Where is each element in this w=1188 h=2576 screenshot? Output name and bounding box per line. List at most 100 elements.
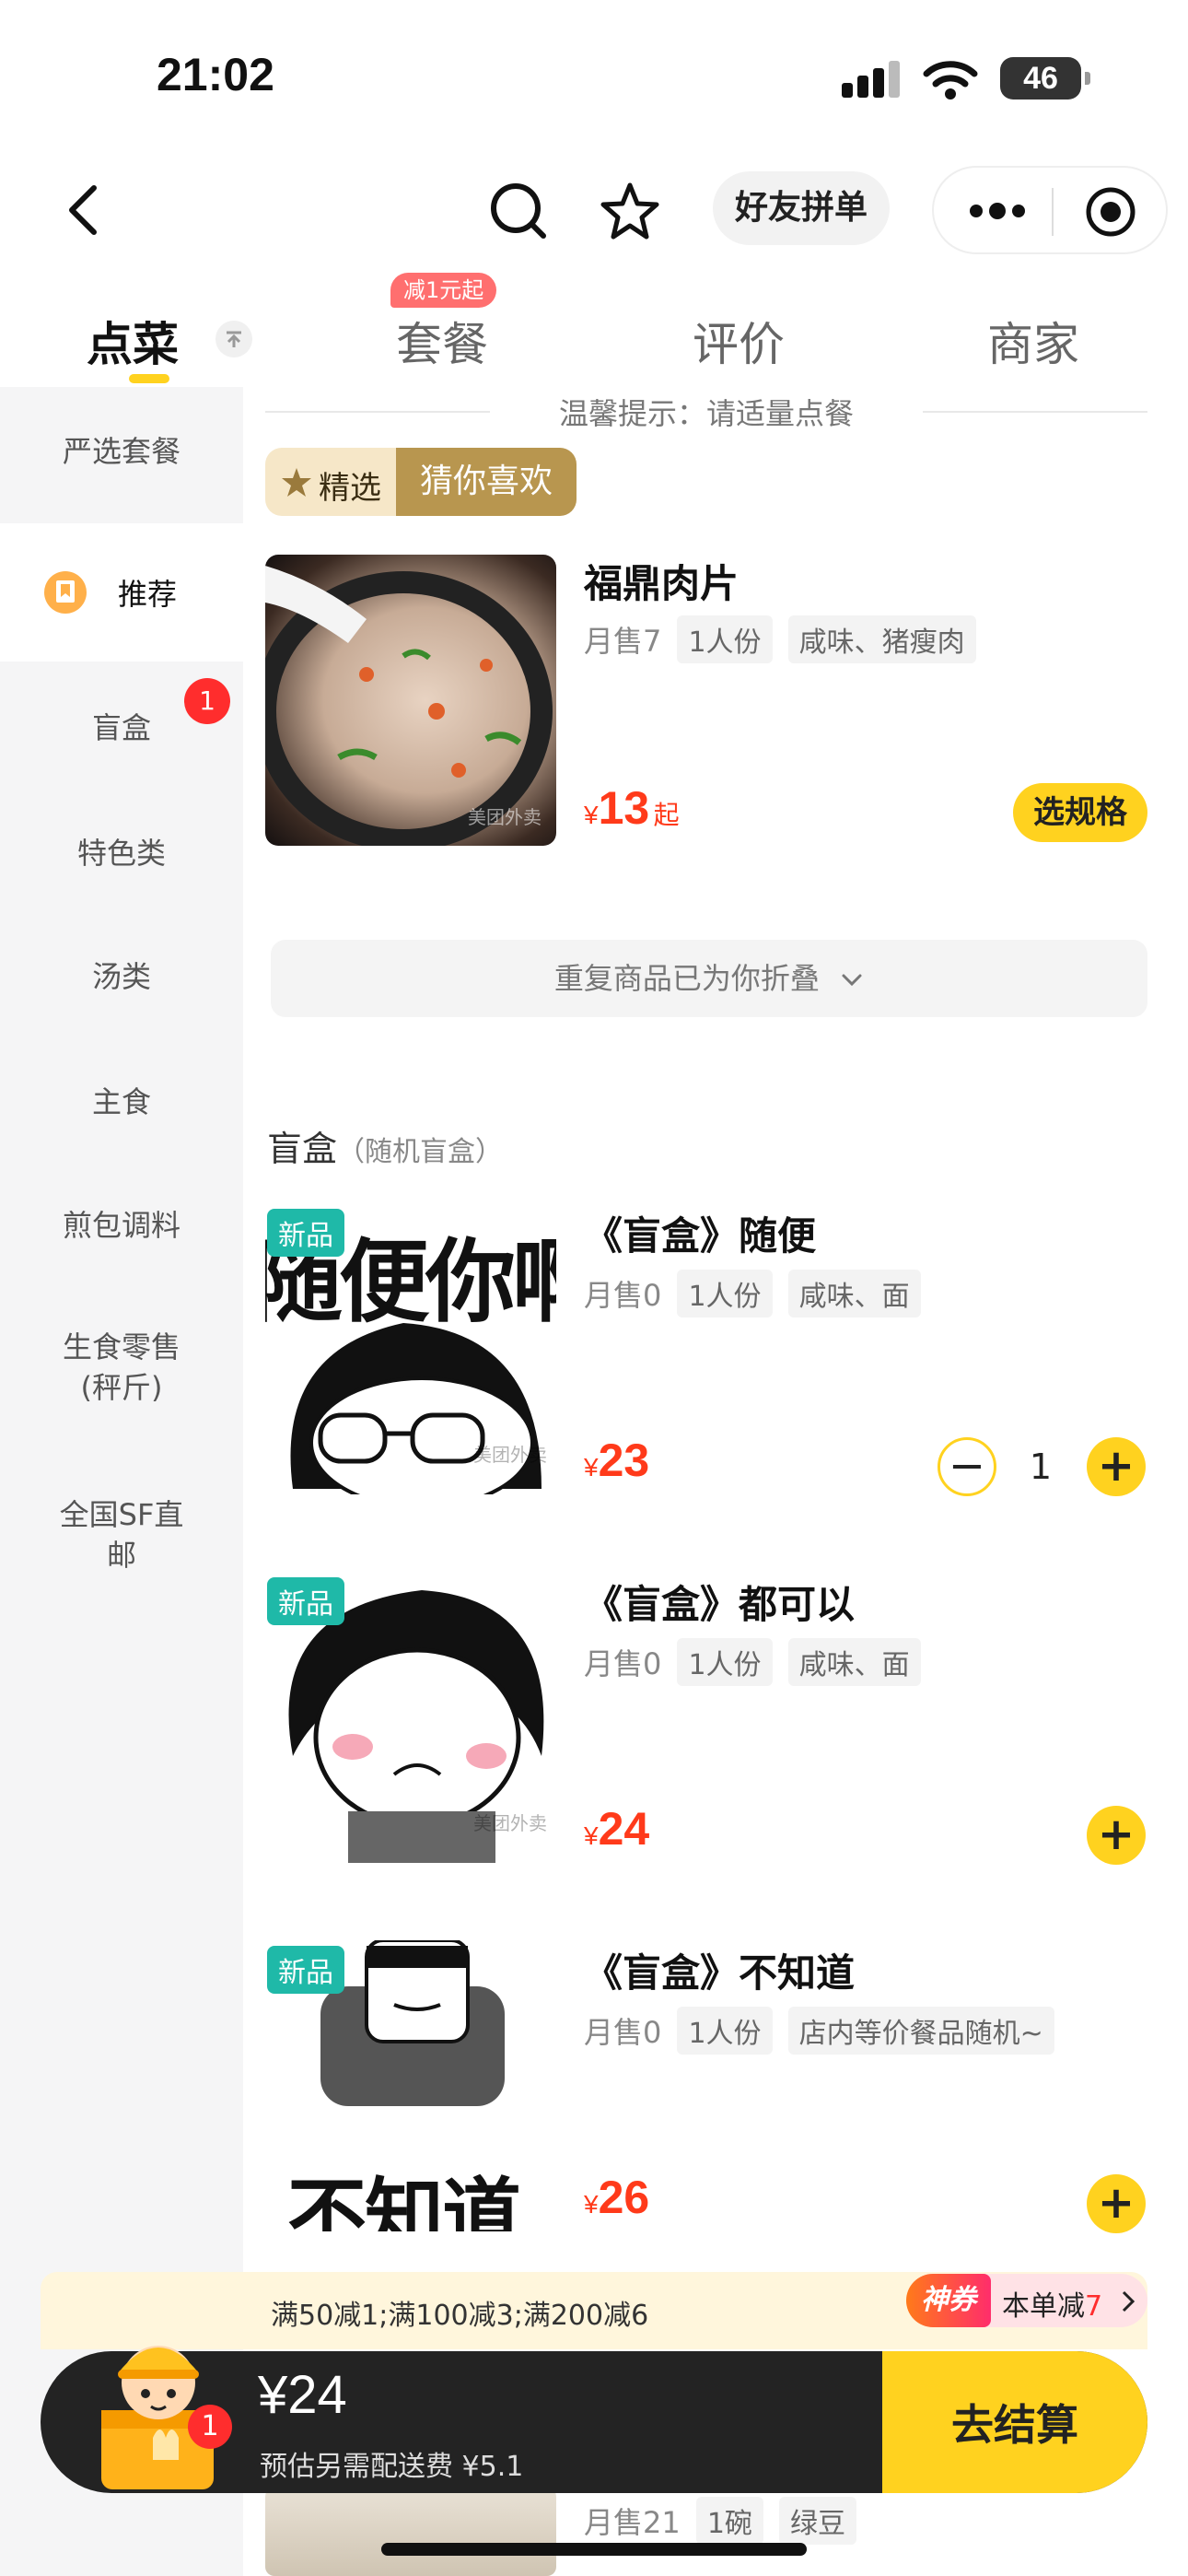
sidebar-item-recommended[interactable]: 推荐 bbox=[0, 523, 243, 662]
price-value: 26 bbox=[598, 2172, 650, 2223]
coupon-badge: 神券 bbox=[906, 2274, 991, 2327]
tab-reviews[interactable]: 评价 bbox=[693, 308, 785, 374]
item-tag: 绿豆 bbox=[779, 2497, 857, 2545]
notice-divider-left bbox=[265, 411, 490, 413]
image-caption: 不知道 bbox=[287, 2170, 521, 2231]
promo-text: 满50减1;满100减3;满200减6 bbox=[271, 2300, 649, 2332]
mini-program-capsule bbox=[932, 166, 1168, 254]
back-icon[interactable] bbox=[63, 182, 103, 238]
home-indicator bbox=[381, 2543, 807, 2556]
tab-combo[interactable]: 套餐 bbox=[396, 308, 488, 374]
guess-you-like-chip[interactable]: 猜你喜欢 bbox=[396, 448, 577, 516]
item-price: ¥24 bbox=[584, 1802, 649, 1856]
monthly-sales: 月售0 bbox=[584, 1278, 662, 1313]
new-item-badge: 新品 bbox=[267, 1946, 344, 1994]
monthly-sales: 月售0 bbox=[584, 2015, 662, 2050]
new-item-badge: 新品 bbox=[267, 1209, 344, 1257]
wifi-icon bbox=[923, 61, 978, 100]
sidebar-item-staples[interactable]: 主食 bbox=[0, 1056, 243, 1148]
discount-label: 本单减7 bbox=[1002, 2283, 1102, 2324]
sidebar-item-label: 全国SF直 bbox=[59, 1497, 184, 1532]
status-time: 21:02 bbox=[157, 49, 274, 100]
item-tag: 店内等价餐品随机~ bbox=[787, 2007, 1054, 2055]
featured-chip-label[interactable]: 精选 bbox=[319, 463, 381, 508]
sidebar-item-raw-retail[interactable]: 生食零售 (秤斤) bbox=[0, 1327, 243, 1419]
price-suffix: 起 bbox=[653, 801, 680, 829]
image-watermark: 美团外卖 bbox=[468, 806, 542, 828]
coupon-discount-pill[interactable]: 神券 本单减7 bbox=[906, 2274, 1147, 2327]
battery-indicator: 46 bbox=[1000, 57, 1090, 100]
sidebar-item-label: 生食零售 bbox=[62, 1329, 181, 1364]
decrease-quantity-button[interactable]: − bbox=[938, 1437, 996, 1496]
recommend-bookmark-icon bbox=[44, 571, 87, 614]
item-tag: 1人份 bbox=[677, 1270, 773, 1317]
featured-star-icon bbox=[282, 468, 311, 497]
item-meta: 月售21 1碗 绿豆 bbox=[584, 2497, 868, 2545]
blind-box-count-badge: 1 bbox=[184, 678, 230, 724]
sidebar-item-label: 盲盒 bbox=[91, 710, 151, 745]
sidebar-item-bun-sauces[interactable]: 煎包调料 bbox=[0, 1179, 243, 1271]
monthly-sales: 月售7 bbox=[584, 624, 662, 659]
discount-value: 7 bbox=[1085, 2290, 1103, 2323]
chevron-right-icon bbox=[1122, 2290, 1136, 2313]
currency-symbol: ¥ bbox=[584, 1453, 599, 1481]
item-tag: 咸味、猪瘦肉 bbox=[787, 615, 976, 663]
item-tag: 1人份 bbox=[677, 1638, 773, 1686]
sidebar-item-label-line2: 邮 bbox=[106, 1538, 136, 1573]
item-name[interactable]: 《盲盒》都可以 bbox=[584, 1574, 855, 1630]
item-tag: 1人份 bbox=[677, 2007, 773, 2055]
item-tag: 咸味、面 bbox=[787, 1638, 921, 1686]
add-to-cart-button[interactable]: + bbox=[1087, 1806, 1146, 1865]
delivery-fee-note: 预估另需配送费 ¥5.1 bbox=[260, 2451, 524, 2483]
currency-symbol: ¥ bbox=[584, 1821, 599, 1850]
section-subtitle: （随机盲盒） bbox=[337, 1136, 504, 1168]
close-miniprogram-icon[interactable] bbox=[1085, 186, 1136, 238]
item-price: ¥26 bbox=[584, 2171, 649, 2224]
item-name[interactable]: 福鼎肉片 bbox=[584, 553, 739, 609]
checkout-button[interactable]: 去结算 bbox=[882, 2351, 1147, 2493]
featured-chip-group: 精选 猜你喜欢 bbox=[265, 448, 577, 516]
item-name[interactable]: 《盲盒》随便 bbox=[584, 1205, 816, 1261]
chevron-down-icon bbox=[842, 974, 862, 987]
price-value: 23 bbox=[598, 1434, 650, 1486]
section-title: 盲盒 bbox=[267, 1129, 338, 1169]
section-header-blind-box: 盲盒（随机盲盒） bbox=[267, 1120, 503, 1171]
sidebar-item-national-shipping[interactable]: 全国SF直 邮 bbox=[0, 1494, 243, 1587]
tab-merchant[interactable]: 商家 bbox=[987, 308, 1079, 374]
group-order-button[interactable]: 好友拼单 bbox=[713, 171, 890, 245]
order-notice: 温馨提示：请适量点餐 bbox=[558, 396, 854, 431]
add-to-cart-button[interactable]: + bbox=[1087, 2174, 1146, 2233]
collapsed-items-toggle[interactable]: 重复商品已为你折叠 bbox=[271, 940, 1147, 1017]
select-spec-button[interactable]: 选规格 bbox=[1013, 783, 1147, 842]
new-item-badge: 新品 bbox=[267, 1577, 344, 1625]
sidebar-item-soups[interactable]: 汤类 bbox=[0, 931, 243, 1023]
item-name[interactable]: 《盲盒》不知道 bbox=[584, 1942, 855, 1998]
item-meta: 月售0 1人份 咸味、面 bbox=[584, 1638, 932, 1686]
image-watermark: 美团外卖 bbox=[473, 1444, 547, 1466]
price-value: 13 bbox=[598, 782, 650, 834]
sidebar-item-set-meals[interactable]: 严选套餐 bbox=[0, 387, 243, 507]
collapse-notice-text: 重复商品已为你折叠 bbox=[553, 961, 820, 996]
search-icon[interactable] bbox=[488, 181, 549, 241]
monthly-sales: 月售0 bbox=[584, 1646, 662, 1681]
monthly-sales: 月售21 bbox=[584, 2505, 681, 2540]
item-image-fuding-pork[interactable]: 美团外卖 bbox=[265, 555, 556, 846]
sidebar-item-specialty[interactable]: 特色类 bbox=[0, 807, 243, 899]
checkout-label: 去结算 bbox=[951, 2400, 1078, 2450]
favorite-star-icon[interactable] bbox=[599, 181, 661, 241]
sidebar-item-label: 推荐 bbox=[118, 577, 178, 612]
more-icon[interactable] bbox=[965, 197, 1030, 225]
cellular-signal-icon bbox=[842, 61, 900, 98]
currency-symbol: ¥ bbox=[584, 2190, 599, 2219]
scroll-top-icon[interactable] bbox=[214, 319, 254, 359]
item-image-peek[interactable] bbox=[265, 2488, 556, 2576]
item-price: ¥13 起 bbox=[584, 781, 680, 835]
item-tag: 1人份 bbox=[677, 615, 773, 663]
discount-prefix: 本单减 bbox=[1002, 2290, 1085, 2323]
item-meta: 月售0 1人份 咸味、面 bbox=[584, 1270, 932, 1317]
tab-order[interactable]: 点菜 bbox=[87, 308, 179, 374]
image-watermark: 美团外卖 bbox=[473, 1812, 547, 1834]
increase-quantity-button[interactable]: + bbox=[1087, 1437, 1146, 1496]
item-tag: 咸味、面 bbox=[787, 1270, 921, 1317]
item-quantity: 1 bbox=[1029, 1446, 1053, 1487]
